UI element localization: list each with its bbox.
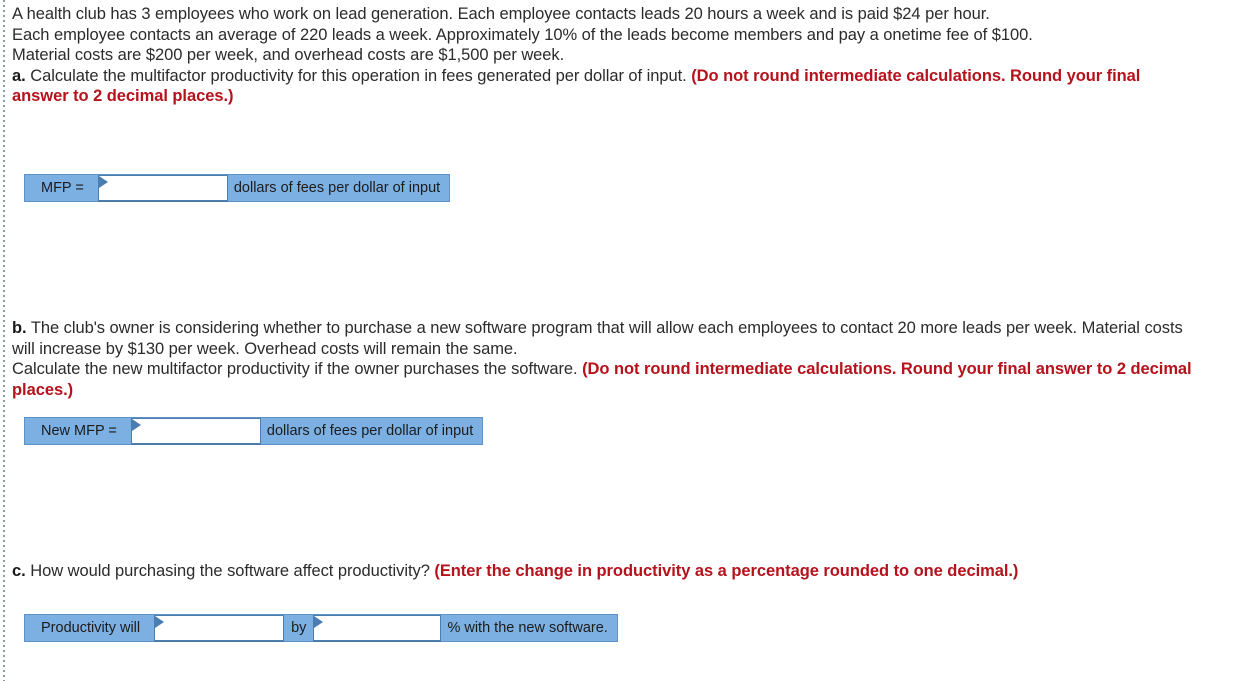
- part-b-answer-row: New MFP = dollars of fees per dollar of …: [24, 417, 484, 445]
- problem-line-1: A health club has 3 employees who work o…: [12, 5, 990, 23]
- left-margin-guide: [3, 0, 5, 681]
- part-c-percent-field[interactable]: [313, 615, 442, 641]
- part-c-instruction: (Enter the change in productivity as a p…: [434, 562, 1019, 580]
- part-a-answer-unit: dollars of fees per dollar of input: [233, 180, 441, 196]
- problem-line-3: Material costs are $200 per week, and ov…: [12, 46, 565, 65]
- part-a-answer-row: MFP = dollars of fees per dollar of inpu…: [24, 174, 451, 202]
- part-c-question: c. How would purchasing the software aff…: [12, 561, 1192, 582]
- problem-line-2: Each employee contacts an average of 220…: [12, 25, 1033, 44]
- part-c-connector: by: [291, 620, 307, 636]
- part-a-question: a. Calculate the multifactor productivit…: [12, 66, 1192, 107]
- part-c-direction-input[interactable]: [155, 616, 284, 640]
- part-b-question-line-2: Calculate the new multifactor productivi…: [12, 359, 1192, 400]
- part-b-text-1: The club's owner is considering whether …: [12, 319, 1183, 358]
- part-b-marker: b.: [12, 319, 27, 337]
- part-a-answer-label: MFP =: [41, 180, 84, 196]
- part-c-answer-label: Productivity will: [41, 620, 141, 636]
- part-c-answer-row: Productivity will by % with the new soft…: [24, 614, 618, 642]
- part-b-text-2: Calculate the new multifactor productivi…: [12, 360, 583, 379]
- part-c-percent-input[interactable]: [314, 616, 441, 640]
- part-b-question-line-1: b. The club's owner is considering wheth…: [12, 318, 1192, 359]
- part-b-answer-input[interactable]: [131, 419, 260, 443]
- part-c-answer-unit: % with the new software.: [447, 620, 608, 636]
- part-c-text: How would purchasing the software affect…: [25, 562, 435, 580]
- part-b-answer-field[interactable]: [130, 418, 261, 444]
- part-c-direction-field[interactable]: [154, 615, 285, 641]
- part-b-answer-label: New MFP =: [41, 423, 117, 439]
- part-b-question: b. The club's owner is considering wheth…: [12, 318, 1192, 400]
- question-page: A health club has 3 employees who work o…: [12, 0, 1234, 681]
- part-a-answer-field[interactable]: [97, 175, 228, 201]
- problem-statement: A health club has 3 employees who work o…: [12, 4, 1192, 107]
- part-c-marker: c.: [12, 562, 26, 580]
- part-a-text: Calculate the multifactor productivity f…: [25, 66, 692, 85]
- part-a-answer-input[interactable]: [98, 176, 227, 200]
- part-a-marker: a.: [12, 66, 26, 85]
- part-b-answer-unit: dollars of fees per dollar of input: [266, 423, 474, 439]
